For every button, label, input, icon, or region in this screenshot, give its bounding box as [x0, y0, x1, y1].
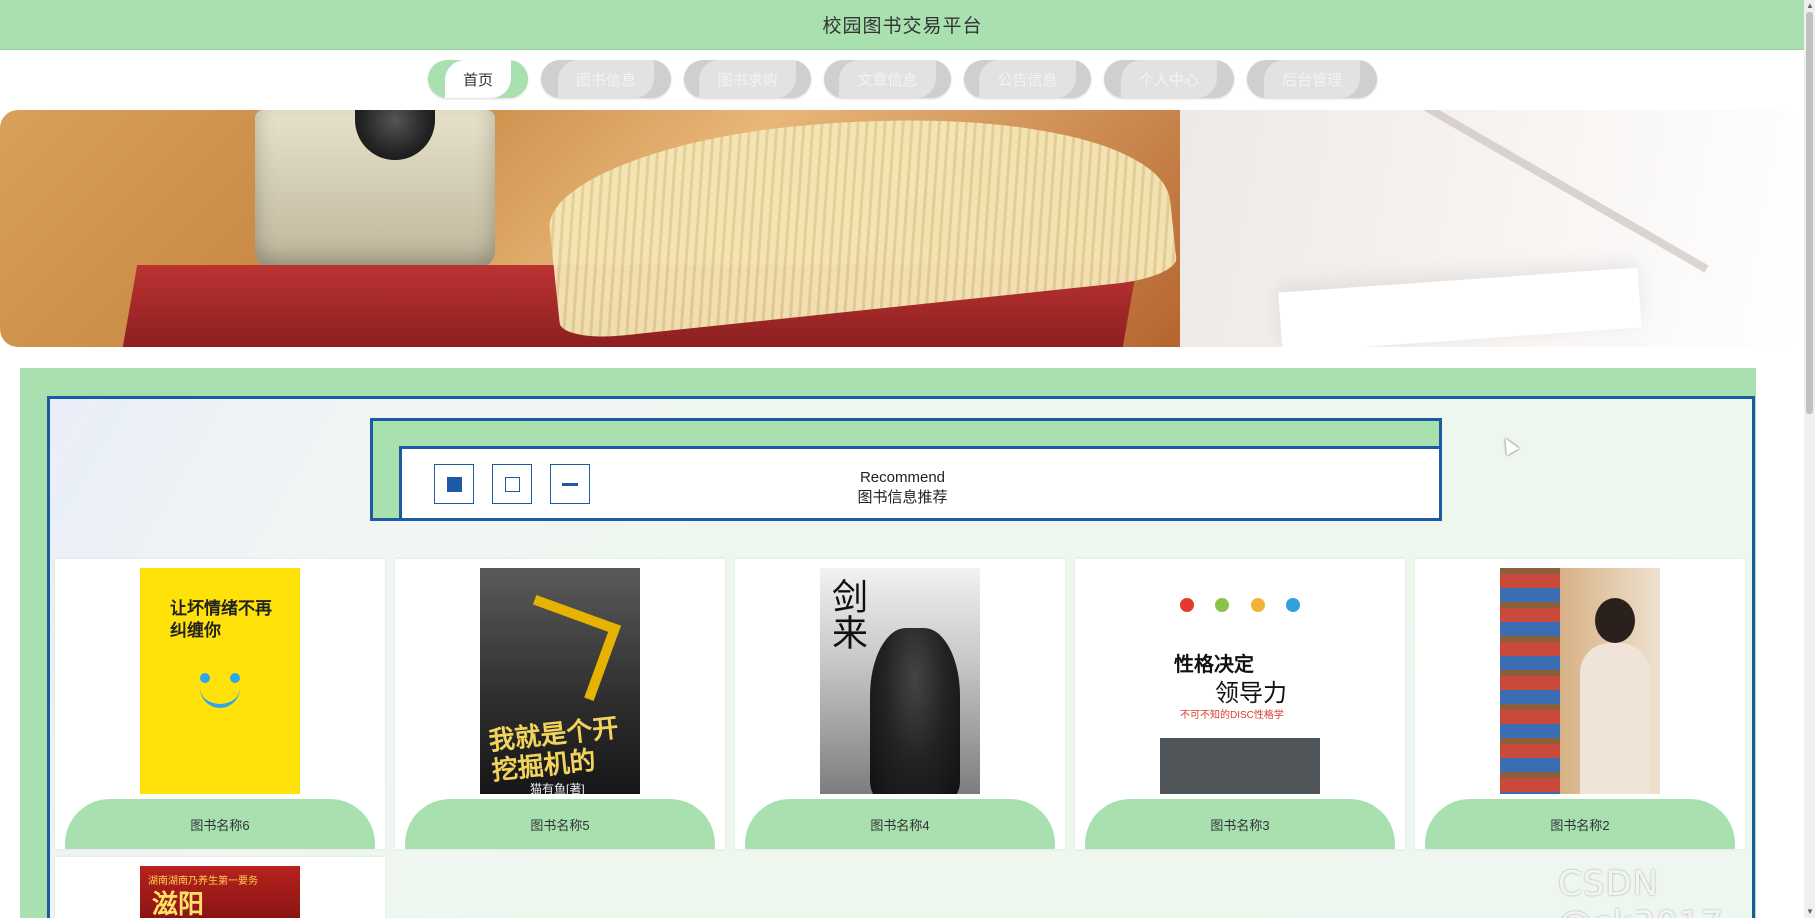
- book-cover[interactable]: 我就是个开挖掘机的 猫有鱼[著]: [480, 568, 640, 794]
- nav-item-admin[interactable]: 后台管理: [1247, 60, 1377, 98]
- book-cover[interactable]: 让坏情绪不再纠缠你: [140, 568, 300, 794]
- page-scrollbar[interactable]: ▲ ▼: [1804, 0, 1815, 918]
- book-name[interactable]: 图书名称4: [745, 799, 1055, 849]
- nav-item-book-requests[interactable]: 图书求购: [684, 60, 811, 98]
- main-nav: 首页 图书信息 图书求购 文章信息 公告信息 个人中心 后台管理: [0, 60, 1805, 100]
- minus-icon: [562, 482, 578, 486]
- nav-label: 首页: [444, 60, 511, 98]
- swordsman-image: [870, 628, 960, 794]
- nav-item-articles[interactable]: 文章信息: [824, 60, 951, 98]
- site-title: 校园图书交易平台: [822, 16, 983, 37]
- book-name[interactable]: 图书名称2: [1425, 799, 1735, 849]
- header-bar: 校园图书交易平台: [0, 0, 1805, 50]
- nav-label: 后台管理: [1263, 60, 1360, 98]
- book-card[interactable]: 图书名称2: [1415, 559, 1745, 849]
- figures-row: [1180, 598, 1300, 628]
- book-name[interactable]: 图书名称6: [65, 799, 375, 849]
- nav-item-announcements[interactable]: 公告信息: [964, 60, 1091, 98]
- filled-square-icon: [446, 476, 462, 492]
- nav-label: 个人中心: [1120, 60, 1217, 98]
- book-card[interactable]: 我就是个开挖掘机的 猫有鱼[著] 图书名称5: [395, 559, 725, 849]
- hero-banner: [0, 110, 1800, 347]
- excavator-image: [509, 595, 621, 701]
- list-view-button[interactable]: [492, 464, 532, 504]
- nav-item-books[interactable]: 图书信息: [541, 60, 671, 98]
- reader-body: [1580, 643, 1650, 794]
- cover-subtitle: 不可不知的DISC性格学: [1180, 710, 1284, 721]
- nav-label: 图书求购: [699, 60, 796, 98]
- scroll-up-icon[interactable]: ▲: [1806, 1, 1814, 10]
- page: 校园图书交易平台 首页 图书信息 图书求购 文章信息 公告信息 个人中心 后台管…: [0, 0, 1815, 918]
- cover-title: 我就是个开挖掘机的: [487, 712, 620, 786]
- nav-label: 图书信息: [557, 60, 654, 98]
- book-card[interactable]: 让坏情绪不再纠缠你 图书名称6: [55, 559, 385, 849]
- cover-title: 让坏情绪不再纠缠你: [170, 599, 272, 640]
- recommend-heading: Recommend 图书信息推荐: [760, 468, 1045, 508]
- nav-item-home[interactable]: 首页: [428, 60, 528, 98]
- recommend-title-cn: 图书信息推荐: [857, 489, 948, 506]
- empty-square-icon: [504, 476, 520, 492]
- reader-head: [1595, 598, 1635, 643]
- banner-photo-right: [1180, 110, 1800, 347]
- watermark: CSDN @ck3017: [1558, 864, 1723, 918]
- nav-label: 文章信息: [839, 60, 936, 98]
- nav-label: 公告信息: [979, 60, 1076, 98]
- collapse-button[interactable]: [550, 464, 590, 504]
- book-cover[interactable]: 湖南湖南乃养生第一要务 滋阳: [140, 866, 300, 918]
- scrollbar-thumb[interactable]: [1806, 12, 1813, 414]
- cover-author: 猫有鱼[著]: [530, 782, 585, 794]
- book-card[interactable]: 湖南湖南乃养生第一要务 滋阳: [55, 857, 385, 918]
- book-name[interactable]: 图书名称3: [1085, 799, 1395, 849]
- cover-title: 滋阳: [152, 889, 205, 918]
- grid-view-button[interactable]: [434, 464, 474, 504]
- book-cover[interactable]: 剑来: [820, 568, 980, 794]
- book-cover[interactable]: [1500, 568, 1660, 794]
- book-name[interactable]: 图书名称5: [405, 799, 715, 849]
- cover-title-2: 领导力: [1215, 679, 1287, 707]
- book-card[interactable]: 剑来 图书名称4: [735, 559, 1065, 849]
- smiley-icon: [195, 673, 245, 713]
- nav-item-profile[interactable]: 个人中心: [1104, 60, 1234, 98]
- recommend-title-en: Recommend: [859, 469, 946, 486]
- book-cover[interactable]: 性格决定 领导力 不可不知的DISC性格学: [1160, 568, 1320, 794]
- bookshelf-image: [1500, 568, 1560, 794]
- cover-footer-bar: [1160, 738, 1320, 794]
- cover-title: 剑来: [826, 578, 867, 650]
- book-card[interactable]: 性格决定 领导力 不可不知的DISC性格学 图书名称3: [1075, 559, 1405, 849]
